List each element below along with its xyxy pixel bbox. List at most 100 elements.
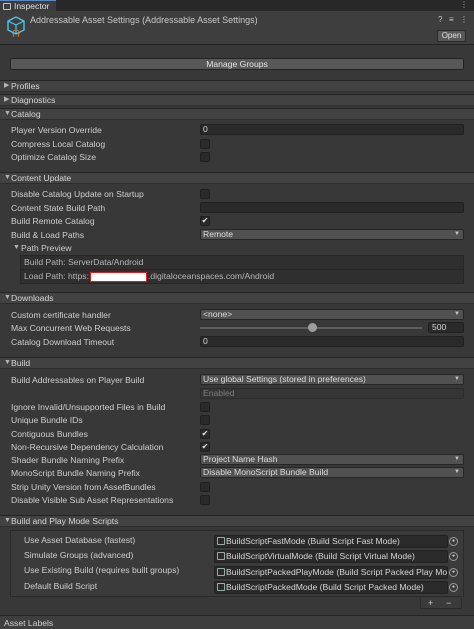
script-asset-icon — [217, 537, 225, 545]
non-recursive-checkbox[interactable]: ✔ — [200, 442, 210, 452]
script-field-1[interactable]: BuildScriptVirtualMode (Build Script Vir… — [214, 550, 448, 563]
remove-icon[interactable]: − — [446, 598, 451, 608]
max-concurrent-value-field[interactable]: 500 — [428, 322, 464, 333]
open-button[interactable]: Open — [437, 30, 466, 42]
build-on-player-build-value: Use global Settings (stored in preferenc… — [203, 374, 366, 384]
max-concurrent-slider-thumb[interactable] — [308, 323, 317, 332]
monoscript-naming-dropdown[interactable]: Disable MonoScript Bundle Build ▼ — [200, 467, 464, 478]
disable-catalog-update-checkbox[interactable] — [200, 189, 210, 199]
list-controls: + − — [420, 598, 462, 609]
build-load-paths-label: Build & Load Paths — [11, 230, 85, 240]
ignore-invalid-checkbox[interactable] — [200, 402, 210, 412]
optimize-catalog-size-checkbox[interactable] — [200, 152, 210, 162]
section-label: Profiles — [11, 81, 40, 91]
disable-visible-sub-checkbox[interactable] — [200, 495, 210, 505]
build-on-player-build-status: Enabled — [200, 388, 464, 399]
inspector-title: Addressable Asset Settings (Addressable … — [30, 15, 258, 25]
section-label: Downloads — [11, 293, 54, 303]
shader-naming-value: Project Name Hash — [203, 454, 278, 464]
section-profiles[interactable]: ▶ Profiles — [0, 80, 474, 92]
tab-bar — [0, 0, 474, 11]
shader-naming-label: Shader Bundle Naming Prefix — [11, 455, 125, 465]
section-content-update[interactable]: ▼ Content Update — [0, 172, 474, 184]
path-preview-arrow-icon[interactable]: ▼ — [13, 242, 20, 254]
load-path-preview: Load Path: https: .digitaloceanspaces.com… — [20, 269, 464, 284]
strip-unity-version-checkbox[interactable] — [200, 482, 210, 492]
catalog-timeout-field[interactable]: 0 — [200, 336, 464, 347]
script-label-3: Default Build Script — [24, 581, 98, 591]
content-state-build-path-field[interactable] — [200, 202, 464, 213]
expanded-arrow-icon: ▼ — [4, 359, 11, 366]
script-field-3[interactable]: BuildScriptPackedMode (Build Script Pack… — [214, 581, 448, 594]
monoscript-naming-value: Disable MonoScript Bundle Build — [203, 467, 329, 477]
shader-naming-dropdown[interactable]: Project Name Hash ▼ — [200, 454, 464, 465]
section-build[interactable]: ▼ Build — [0, 357, 474, 369]
inspector-header: {} Addressable Asset Settings (Addressab… — [0, 11, 474, 45]
expanded-arrow-icon: ▼ — [4, 110, 11, 117]
asset-labels-label: Asset Labels — [4, 618, 54, 628]
compress-local-catalog-label: Compress Local Catalog — [11, 139, 106, 149]
section-diagnostics[interactable]: ▶ Diagnostics — [0, 94, 474, 106]
script-label-2: Use Existing Build (requires built group… — [24, 565, 180, 575]
tab-inspector[interactable]: Inspector — [0, 0, 56, 11]
addressable-settings-icon: {} — [7, 16, 25, 37]
build-path-preview: Build Path: ServerData/Android — [20, 255, 464, 270]
expanded-arrow-icon: ▼ — [4, 294, 11, 301]
load-path-prefix: Load Path: https: — [24, 271, 89, 281]
dropdown-caret-icon: ▼ — [454, 231, 460, 237]
expanded-arrow-icon: ▼ — [4, 517, 11, 524]
section-label: Build — [11, 358, 31, 368]
player-version-override-field[interactable]: 0 — [200, 124, 464, 135]
script-value-0: BuildScriptFastMode (Build Script Fast M… — [226, 536, 400, 546]
manage-groups-button[interactable]: Manage Groups — [10, 58, 464, 70]
script-field-2[interactable]: BuildScriptPackedPlayMode (Build Script … — [214, 566, 448, 579]
settings-sliders-icon[interactable]: ≡ — [449, 15, 454, 24]
disable-catalog-update-label: Disable Catalog Update on Startup — [11, 189, 144, 199]
catalog-timeout-label: Catalog Download Timeout — [11, 337, 115, 347]
contiguous-bundles-checkbox[interactable]: ✔ — [200, 429, 210, 439]
section-catalog[interactable]: ▼ Catalog — [0, 108, 474, 120]
section-label: Diagnostics — [11, 95, 56, 105]
dropdown-caret-icon: ▼ — [454, 456, 460, 462]
object-picker-icon[interactable]: ● — [449, 583, 458, 592]
script-value-2: BuildScriptPackedPlayMode (Build Script … — [226, 567, 448, 577]
build-load-paths-dropdown[interactable]: Remote ▼ — [200, 229, 464, 240]
object-picker-icon[interactable]: ● — [449, 552, 458, 561]
unique-bundle-ids-checkbox[interactable] — [200, 415, 210, 425]
dropdown-caret-icon: ▼ — [454, 376, 460, 382]
object-picker-icon[interactable]: ● — [449, 537, 458, 546]
non-recursive-label: Non-Recursive Dependency Calculation — [11, 442, 164, 452]
script-asset-icon — [217, 568, 225, 576]
build-on-player-build-label: Build Addressables on Player Build — [11, 375, 145, 385]
custom-cert-handler-label: Custom certificate handler — [11, 310, 111, 320]
more-icon[interactable]: ⋮ — [460, 15, 468, 24]
window-menu-icon[interactable]: ⋮ — [460, 0, 468, 10]
optimize-catalog-size-label: Optimize Catalog Size — [11, 152, 97, 162]
collapsed-arrow-icon: ▶ — [4, 96, 10, 103]
help-icon[interactable]: ? — [438, 15, 442, 24]
script-value-3: BuildScriptPackedMode (Build Script Pack… — [226, 582, 424, 592]
max-concurrent-label: Max Concurrent Web Requests — [11, 323, 131, 333]
disable-visible-sub-label: Disable Visible Sub Asset Representation… — [11, 495, 174, 505]
build-on-player-build-dropdown[interactable]: Use global Settings (stored in preferenc… — [200, 374, 464, 385]
section-label: Catalog — [11, 109, 41, 119]
build-remote-catalog-checkbox[interactable]: ✔ — [200, 216, 210, 226]
load-path-suffix: .digitaloceanspaces.com/Android — [147, 271, 275, 281]
object-picker-icon[interactable]: ● — [449, 568, 458, 577]
add-icon[interactable]: + — [428, 598, 433, 608]
content-state-build-path-label: Content State Build Path — [11, 203, 106, 213]
inspector-icon — [3, 3, 11, 10]
tab-inspector-label: Inspector — [14, 1, 50, 11]
compress-local-catalog-checkbox[interactable] — [200, 139, 210, 149]
asset-labels-bar[interactable]: Asset Labels — [0, 615, 474, 629]
script-asset-icon — [217, 552, 225, 560]
build-load-paths-value: Remote — [203, 229, 234, 239]
section-build-play-scripts[interactable]: ▼ Build and Play Mode Scripts — [0, 515, 474, 527]
svg-text:{}: {} — [11, 29, 21, 37]
ignore-invalid-label: Ignore Invalid/Unsupported Files in Buil… — [11, 402, 166, 412]
build-remote-catalog-label: Build Remote Catalog — [11, 216, 95, 226]
custom-cert-handler-dropdown[interactable]: <none> ▼ — [200, 309, 464, 320]
script-field-0[interactable]: BuildScriptFastMode (Build Script Fast M… — [214, 535, 448, 548]
section-downloads[interactable]: ▼ Downloads — [0, 292, 474, 304]
redacted-region — [89, 271, 147, 282]
